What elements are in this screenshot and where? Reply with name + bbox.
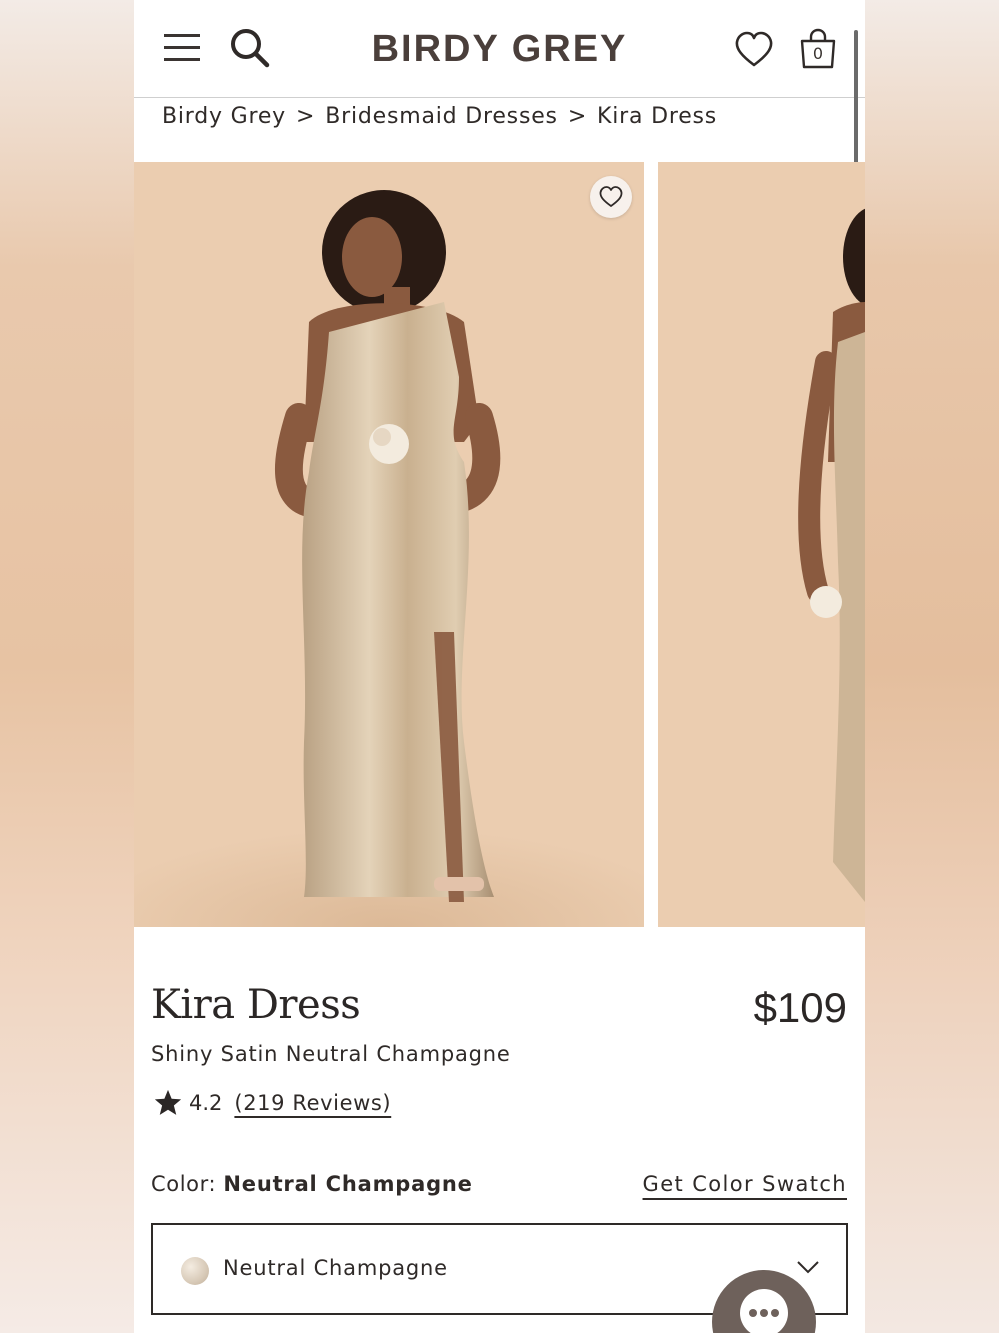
breadcrumb-separator: >: [296, 104, 316, 129]
background-right: [865, 0, 999, 1333]
product-price: $109: [753, 984, 847, 1031]
color-label: Color: Neutral Champagne: [151, 1172, 473, 1196]
chevron-down-icon: [797, 1261, 819, 1274]
site-header: BIRDY GREY 0: [134, 0, 865, 98]
color-label-prefix: Color:: [151, 1172, 224, 1196]
background-left: [0, 0, 134, 1333]
rating-value: 4.2: [189, 1091, 223, 1115]
heart-icon[interactable]: [734, 30, 774, 70]
product-photo-front[interactable]: [134, 162, 644, 927]
reviews-link[interactable]: (219 Reviews): [234, 1091, 391, 1115]
shopping-bag-icon[interactable]: 0: [798, 28, 838, 70]
breadcrumb-home[interactable]: Birdy Grey: [162, 104, 286, 129]
heart-outline-icon[interactable]: [590, 176, 632, 218]
color-select-value: Neutral Champagne: [223, 1256, 448, 1280]
breadcrumb-category[interactable]: Bridesmaid Dresses: [325, 104, 558, 129]
mobile-screen: BIRDY GREY 0 Birdy Grey > Bridesmaid Dress…: [134, 0, 865, 1333]
bag-count: 0: [812, 44, 824, 63]
star-icon: [154, 1089, 182, 1115]
product-image-gallery[interactable]: [134, 162, 865, 927]
color-swatch-dot: [181, 1257, 209, 1285]
selected-color-name: Neutral Champagne: [223, 1172, 473, 1196]
breadcrumb-current: Kira Dress: [597, 104, 718, 129]
breadcrumb-separator: >: [567, 104, 588, 129]
breadcrumb: Birdy Grey > Bridesmaid Dresses > Kira Dress: [162, 104, 717, 129]
get-color-swatch-link[interactable]: Get Color Swatch: [643, 1172, 847, 1196]
product-rating: 4.2 (219 Reviews): [153, 1088, 391, 1118]
product-title: Kira Dress: [151, 982, 361, 1028]
product-subtitle: Shiny Satin Neutral Champagne: [151, 1042, 511, 1066]
product-photo-side[interactable]: [658, 162, 865, 927]
